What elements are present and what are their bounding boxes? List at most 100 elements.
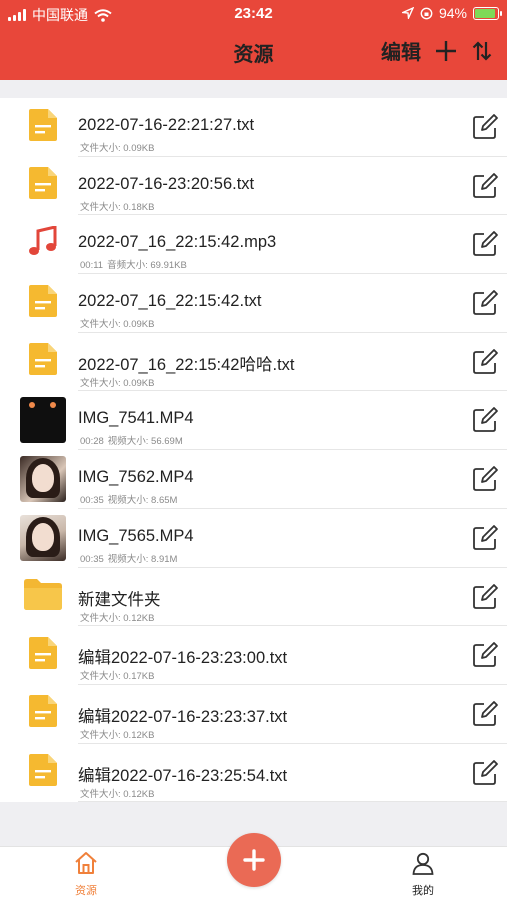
edit-file-button[interactable] (471, 348, 499, 376)
document-icon (28, 166, 58, 205)
tab-resources[interactable]: 资源 (56, 851, 116, 898)
file-name: 编辑2022-07-16-23:23:37.txt (78, 707, 288, 726)
edit-file-button[interactable] (471, 524, 499, 552)
file-name: 编辑2022-07-16-23:23:00.txt (78, 649, 288, 668)
edit-button[interactable]: 编辑 (381, 36, 421, 65)
file-thumbnail (18, 163, 68, 209)
file-name: 新建文件夹 (78, 590, 161, 609)
edit-icon (471, 642, 499, 673)
list-item[interactable]: 编辑2022-07-16-23:23:37.txt 文件大小: 0.12KB (0, 685, 507, 744)
file-duration: 00:35 (80, 553, 104, 565)
file-meta: 文件大小: 0.17KB (80, 668, 154, 682)
list-item[interactable]: 2022-07_16_22:15:42.txt 文件大小: 0.09KB (0, 274, 507, 333)
file-meta: 文件大小: 0.09KB (80, 375, 154, 389)
edit-icon (471, 466, 499, 497)
list-item[interactable]: IMG_7541.MP4 00:28 视频大小: 56.69M (0, 391, 507, 451)
edit-file-button[interactable] (471, 289, 499, 317)
file-thumbnail (18, 280, 68, 326)
file-size: 文件大小: 0.12KB (80, 729, 155, 741)
edit-file-button[interactable] (471, 113, 499, 141)
file-meta: 文件大小: 0.12KB (80, 786, 154, 800)
edit-file-button[interactable] (471, 406, 499, 434)
document-icon (28, 108, 58, 147)
file-thumbnail (18, 574, 68, 620)
file-size: 文件大小: 0.17KB (80, 671, 155, 683)
edit-icon (471, 348, 499, 380)
music-note-icon (28, 224, 58, 263)
file-meta: 00:35 视频大小: 8.65M (80, 492, 177, 506)
edit-icon (471, 583, 499, 615)
tab-profile-label: 我的 (412, 885, 434, 897)
file-thumbnail (18, 104, 68, 150)
edit-icon (471, 114, 499, 145)
edit-file-button[interactable] (471, 583, 499, 611)
plus-icon (243, 849, 265, 871)
edit-icon (471, 524, 499, 556)
list-item[interactable]: 2022-07_16_22:15:42哈哈.txt 文件大小: 0.09KB (0, 333, 507, 392)
file-size: 视频大小: 8.65M (107, 495, 178, 507)
file-meta: 00:35 视频大小: 8.91M (80, 551, 177, 565)
sort-icon[interactable] (471, 40, 493, 62)
add-icon[interactable] (435, 40, 457, 62)
video-thumbnail (20, 456, 66, 503)
add-file-button[interactable] (227, 833, 281, 887)
file-name: 2022-07-16-23:20:56.txt (78, 174, 255, 193)
battery-percent: 94% (438, 5, 467, 21)
document-icon (28, 636, 58, 675)
edit-icon (471, 231, 499, 262)
file-size: 音频大小: 69.91KB (107, 260, 187, 272)
edit-file-button[interactable] (471, 700, 499, 728)
list-item[interactable]: 2022-07-16-22:21:27.txt 文件大小: 0.09KB (0, 98, 507, 157)
file-size: 文件大小: 0.12KB (80, 612, 155, 624)
file-thumbnail (18, 514, 68, 561)
document-icon (28, 284, 58, 323)
tab-resources-label: 资源 (75, 885, 97, 897)
file-name: 编辑2022-07-16-23:25:54.txt (78, 766, 288, 785)
video-thumbnail (20, 397, 66, 444)
tab-profile[interactable]: 我的 (393, 851, 453, 898)
document-icon (28, 342, 58, 381)
user-icon (412, 852, 434, 875)
orientation-lock-icon (420, 7, 433, 19)
file-thumbnail (18, 632, 68, 678)
document-icon (28, 753, 58, 792)
edit-icon (471, 700, 499, 732)
file-name: IMG_7565.MP4 (78, 526, 194, 545)
divider (78, 801, 507, 803)
file-name: IMG_7562.MP4 (78, 468, 194, 487)
list-item[interactable]: IMG_7565.MP4 00:35 视频大小: 8.91M (0, 509, 507, 568)
file-meta: 文件大小: 0.12KB (80, 610, 154, 624)
edit-file-button[interactable] (471, 465, 499, 493)
list-item[interactable]: 2022-07_16_22:15:42.mp3 00:11 音频大小: 69.91K… (0, 215, 507, 275)
file-size: 文件大小: 0.18KB (80, 201, 155, 213)
file-meta: 00:11 音频大小: 69.91KB (80, 257, 187, 271)
file-size: 文件大小: 0.09KB (80, 319, 155, 331)
file-thumbnail (18, 397, 68, 444)
file-name: 2022-07-16-22:21:27.txt (78, 116, 255, 134)
edit-file-button[interactable] (471, 759, 499, 787)
file-name: 2022-07_16_22:15:42哈哈.txt (78, 355, 295, 374)
list-item[interactable]: 2022-07-16-23:20:56.txt 文件大小: 0.18KB (0, 157, 507, 216)
battery-icon (473, 6, 502, 20)
file-meta: 文件大小: 0.12KB (80, 727, 154, 741)
list-item[interactable]: 编辑2022-07-16-23:25:54.txt 文件大小: 0.12KB (0, 744, 507, 803)
edit-icon (471, 290, 499, 321)
file-thumbnail (18, 750, 68, 796)
video-thumbnail (20, 514, 66, 561)
file-duration: 00:35 (80, 495, 104, 507)
list-item[interactable]: IMG_7562.MP4 00:35 视频大小: 8.65M (0, 450, 507, 509)
file-name: 2022-07_16_22:15:42.mp3 (78, 233, 277, 252)
file-size: 文件大小: 0.09KB (80, 377, 155, 389)
file-name: 2022-07_16_22:15:42.txt (78, 292, 262, 311)
list-item[interactable]: 编辑2022-07-16-23:23:00.txt 文件大小: 0.17KB (0, 626, 507, 685)
edit-file-button[interactable] (471, 641, 499, 669)
edit-file-button[interactable] (471, 230, 499, 258)
file-size: 文件大小: 0.09KB (80, 143, 155, 154)
folder-icon (22, 577, 64, 616)
edit-icon (471, 407, 499, 438)
file-duration: 00:28 (80, 436, 104, 448)
edit-file-button[interactable] (471, 172, 499, 200)
list-item[interactable]: 新建文件夹文件大小: 0.12KB (0, 568, 507, 627)
location-icon (401, 7, 414, 19)
file-list: 2022-07-16-22:21:27.txt 文件大小: 0.09KB 2022-… (0, 98, 507, 803)
